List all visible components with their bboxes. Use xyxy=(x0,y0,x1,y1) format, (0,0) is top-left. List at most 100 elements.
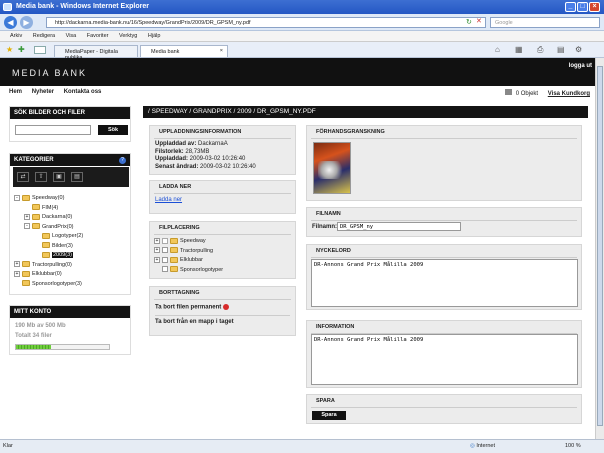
cart-info: 0 Objekt Visa Kundkorg xyxy=(505,89,590,97)
folder-icon xyxy=(32,204,40,211)
favorites-star-icon[interactable]: ★ xyxy=(6,45,13,54)
category-item[interactable]: Sponsorlogotyper(3) xyxy=(14,280,128,290)
account-panel: MITT KONTO 190 Mb av 500 Mb Totalt 34 fi… xyxy=(9,305,131,355)
folder-icon xyxy=(170,237,178,244)
checkbox[interactable] xyxy=(162,247,168,254)
page-icon[interactable]: ▤ xyxy=(557,45,565,54)
remove-from-folder[interactable]: Ta bort från en mapp i taget xyxy=(155,314,290,325)
expand-icon[interactable]: + xyxy=(154,237,160,244)
search-button[interactable]: Sök xyxy=(98,125,128,135)
checkbox[interactable] xyxy=(162,237,168,244)
category-item[interactable]: Logotyper(2) xyxy=(14,232,128,242)
category-item[interactable]: FIM(4) xyxy=(14,204,128,214)
view-cart-link[interactable]: Visa Kundkorg xyxy=(548,91,590,97)
menu-favoriter[interactable]: Favoriter xyxy=(87,33,109,39)
expand-icon[interactable]: + xyxy=(154,256,160,263)
upload-icon[interactable]: ⇧ xyxy=(35,172,47,182)
collapse-icon[interactable]: - xyxy=(14,194,20,201)
tab-media-bank[interactable]: Media bank × xyxy=(140,45,228,57)
upload-info-title: UPPLADDNINGSINFORMATION xyxy=(154,126,291,139)
preview-thumbnail[interactable] xyxy=(313,142,351,194)
page-scrollbar[interactable] xyxy=(595,58,604,439)
download-link[interactable]: Ladda ner xyxy=(150,194,295,206)
category-item[interactable]: + Elklubbar(0) xyxy=(14,270,128,280)
information-textarea[interactable]: DR-Annons Grand Prix Målilla 2009 xyxy=(311,334,578,385)
folder-icon xyxy=(170,247,178,254)
preview-box: FÖRHANDSGRANSKNING xyxy=(306,125,582,201)
placement-item[interactable]: Sponsorlogotyper xyxy=(154,266,291,276)
back-icon[interactable]: ◀ xyxy=(4,16,17,29)
add-favorite-icon[interactable]: ✚ xyxy=(18,45,25,54)
category-item[interactable]: - GrandPrix(0) xyxy=(14,223,128,233)
feeds-icon[interactable]: ▦ xyxy=(515,45,523,54)
breadcrumb: / SPEEDWAY / GRANDPRIX / 2009 / DR_GPSM_… xyxy=(143,106,588,118)
category-item[interactable]: + Dackarna(0) xyxy=(14,213,128,223)
menu-arkiv[interactable]: Arkiv xyxy=(10,33,22,39)
expand-icon[interactable]: + xyxy=(14,261,20,268)
storage-usage: 190 Mb av 500 Mb xyxy=(15,323,66,329)
move-icon[interactable]: ⇄ xyxy=(17,172,29,182)
logout-link[interactable]: logga ut xyxy=(569,63,592,69)
search-input[interactable]: Google xyxy=(490,17,600,28)
filename-label: Filnamn: xyxy=(312,224,337,230)
category-item[interactable]: 2009(3) xyxy=(14,251,128,261)
zoom-level[interactable]: 100 % xyxy=(565,443,581,449)
forward-icon[interactable]: ▶ xyxy=(20,16,33,29)
menu-verktyg[interactable]: Verktyg xyxy=(119,33,137,39)
usage-bar-fill xyxy=(16,345,52,349)
upload-row: Uppladdad: 2009-03-02 10:26:40 xyxy=(155,156,246,162)
new-folder-icon[interactable]: ▤ xyxy=(71,172,83,182)
expand-icon[interactable]: + xyxy=(154,247,160,254)
collapse-icon[interactable]: - xyxy=(24,223,30,230)
nav-hem[interactable]: Hem xyxy=(9,89,22,95)
category-item[interactable]: - Speedway(0) xyxy=(14,194,128,204)
close-window-button[interactable]: × xyxy=(589,2,600,12)
window-title: Media bank - Windows Internet Explorer xyxy=(16,3,149,10)
close-tab-icon[interactable]: × xyxy=(220,48,223,54)
category-label: Logotyper(2) xyxy=(52,233,84,239)
keywords-title: NYCKELORD xyxy=(311,245,577,258)
checkbox[interactable] xyxy=(162,266,168,273)
expand-icon[interactable]: + xyxy=(24,213,30,220)
file-count: Totalt 34 filer xyxy=(15,333,52,339)
quick-tabs-icon[interactable] xyxy=(34,46,46,54)
removal-title: BORTTAGNING xyxy=(154,287,291,300)
maximize-button[interactable]: □ xyxy=(577,2,588,12)
file-search-input[interactable] xyxy=(15,125,91,135)
folder-icon xyxy=(22,280,30,287)
menu-hjalp[interactable]: Hjälp xyxy=(148,33,161,39)
minimize-button[interactable]: _ xyxy=(565,2,576,12)
help-icon[interactable]: ? xyxy=(119,157,126,164)
expand-icon[interactable]: + xyxy=(14,270,20,277)
stop-icon[interactable]: ✕ xyxy=(476,17,482,25)
account-title: MITT KONTO xyxy=(10,306,130,318)
tools-gear-icon[interactable]: ⚙ xyxy=(575,45,582,54)
home-icon[interactable]: ⌂ xyxy=(495,45,500,54)
folder-action-icon[interactable]: ▣ xyxy=(53,172,65,182)
category-item[interactable]: + Tractorpulling(0) xyxy=(14,261,128,271)
category-tree: - Speedway(0) FIM(4) + Dackarna(0) - GrandPrix… xyxy=(14,194,128,289)
delete-permanent[interactable]: Ta bort filen permanent xyxy=(150,300,295,315)
status-bar: Klar ◎ Internet 100 % xyxy=(0,439,604,453)
address-input[interactable]: http://dackarna.media-bank.nu/16/Speedwa… xyxy=(46,17,486,28)
nav-kontakta[interactable]: Kontakta oss xyxy=(64,89,102,95)
menu-visa[interactable]: Visa xyxy=(66,33,77,39)
placement-item[interactable]: + Elklubbar xyxy=(154,256,291,266)
nav-nyheter[interactable]: Nyheter xyxy=(32,89,54,95)
refresh-icon[interactable]: ↻ xyxy=(466,18,472,26)
scrollbar-thumb[interactable] xyxy=(597,66,603,426)
menu-redigera[interactable]: Redigera xyxy=(33,33,55,39)
category-label: Tractorpulling(0) xyxy=(32,261,72,268)
category-item[interactable]: Bilder(3) xyxy=(14,242,128,252)
filename-input[interactable] xyxy=(337,222,461,231)
folder-icon xyxy=(42,251,50,258)
tab-mediapaper[interactable]: MediaPaper - Digitala publika... xyxy=(54,45,138,61)
keywords-box: NYCKELORD DR-Annons Grand Prix Målilla 2… xyxy=(306,244,582,310)
keywords-textarea[interactable]: DR-Annons Grand Prix Målilla 2009 xyxy=(311,259,578,307)
placement-item[interactable]: + Speedway xyxy=(154,237,291,247)
print-icon[interactable]: ⎙ xyxy=(537,45,543,55)
checkbox[interactable] xyxy=(162,256,168,263)
delete-icon[interactable] xyxy=(222,304,229,310)
save-button[interactable]: Spara xyxy=(312,411,346,420)
placement-item[interactable]: + Tractorpulling xyxy=(154,247,291,257)
